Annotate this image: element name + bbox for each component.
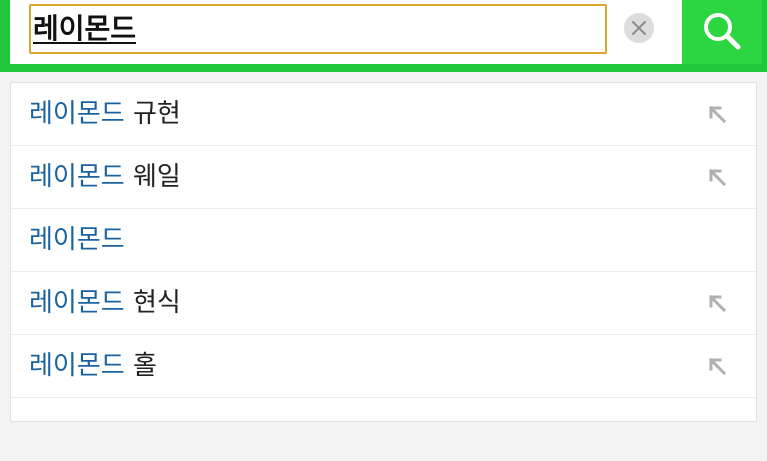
suggestion-text: 레이몬드 규현	[29, 83, 181, 145]
suggestion-keyword: 레이몬드	[29, 99, 125, 129]
suggestion-list: 레이몬드 규현 레이몬드 웨일 레이몬드 레이몬드 현식 레이몬드 홀	[10, 82, 757, 422]
search-button[interactable]	[682, 0, 762, 64]
search-header: 레이몬드	[0, 0, 767, 72]
suggestion-item-partial[interactable]	[11, 398, 756, 461]
suggestion-suffix: 홀	[124, 351, 157, 381]
suggestion-keyword: 레이몬드	[29, 225, 125, 255]
suggestion-suffix: 웨일	[124, 162, 181, 192]
suggestion-text: 레이몬드 현식	[29, 272, 181, 334]
search-input[interactable]: 레이몬드	[29, 4, 607, 54]
fill-query-arrow-icon[interactable]	[707, 167, 729, 189]
fill-query-arrow-icon[interactable]	[707, 104, 729, 126]
suggestion-item[interactable]: 레이몬드 현식	[11, 272, 756, 335]
suggestion-item[interactable]: 레이몬드 홀	[11, 335, 756, 398]
suggestion-text: 레이몬드 홀	[29, 335, 157, 397]
suggestion-item[interactable]: 레이몬드 규현	[11, 83, 756, 146]
search-box: 레이몬드	[10, 0, 682, 64]
suggestion-keyword: 레이몬드	[29, 351, 125, 381]
fill-query-arrow-icon[interactable]	[707, 356, 729, 378]
search-icon	[704, 13, 741, 50]
suggestion-item[interactable]: 레이몬드 웨일	[11, 146, 756, 209]
suggestion-keyword: 레이몬드	[29, 288, 125, 318]
close-icon	[632, 21, 646, 35]
suggestion-suffix: 규현	[124, 99, 181, 129]
suggestion-keyword: 레이몬드	[29, 162, 125, 192]
suggestion-item[interactable]: 레이몬드	[11, 209, 756, 272]
suggestion-suffix: 현식	[124, 288, 181, 318]
search-query-text: 레이몬드	[33, 12, 137, 45]
suggestion-text: 레이몬드	[29, 209, 125, 271]
fill-query-arrow-icon[interactable]	[707, 293, 729, 315]
clear-button[interactable]	[624, 13, 654, 43]
suggestion-text: 레이몬드 웨일	[29, 146, 181, 208]
